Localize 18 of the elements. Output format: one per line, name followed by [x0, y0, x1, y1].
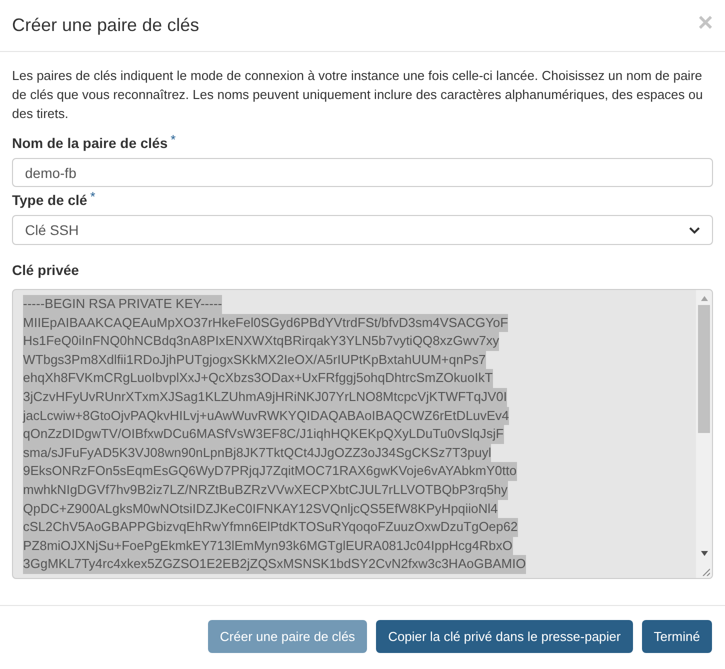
field-label: Clé privée — [12, 261, 79, 280]
resize-handle-icon[interactable] — [702, 568, 710, 576]
required-asterisk: * — [90, 190, 96, 203]
chevron-down-icon — [689, 226, 700, 234]
description-text: Les paires de clés indiquent le mode de connexion à votre instance une fois celle-ci lancée. Choisissez un nom de paire de clés que vous reconnaîtrez. Les noms peuvent uniquement inclure des caractères alphanumériques, des espaces ou des tirets. — [12, 67, 704, 123]
required-asterisk: * — [170, 133, 176, 146]
key-type-select[interactable]: Clé SSH — [12, 215, 713, 245]
field-label: Type de clé — [12, 191, 88, 210]
key-name-input[interactable]: demo-fb — [12, 158, 713, 187]
dialog-title: Créer une paire de clés — [12, 14, 200, 37]
private-key-textarea[interactable] — [12, 289, 713, 579]
scrollbar[interactable] — [696, 290, 712, 578]
dialog-button[interactable]: Copier la clé privé dans le presse-papier — [376, 620, 633, 653]
scroll-down-icon — [700, 551, 708, 556]
scroll-up-icon — [700, 296, 708, 301]
scrollbar-thumb[interactable] — [698, 305, 710, 433]
dialog-button[interactable]: Terminé — [642, 620, 712, 653]
field-label: Nom de la paire de clés — [12, 134, 168, 153]
